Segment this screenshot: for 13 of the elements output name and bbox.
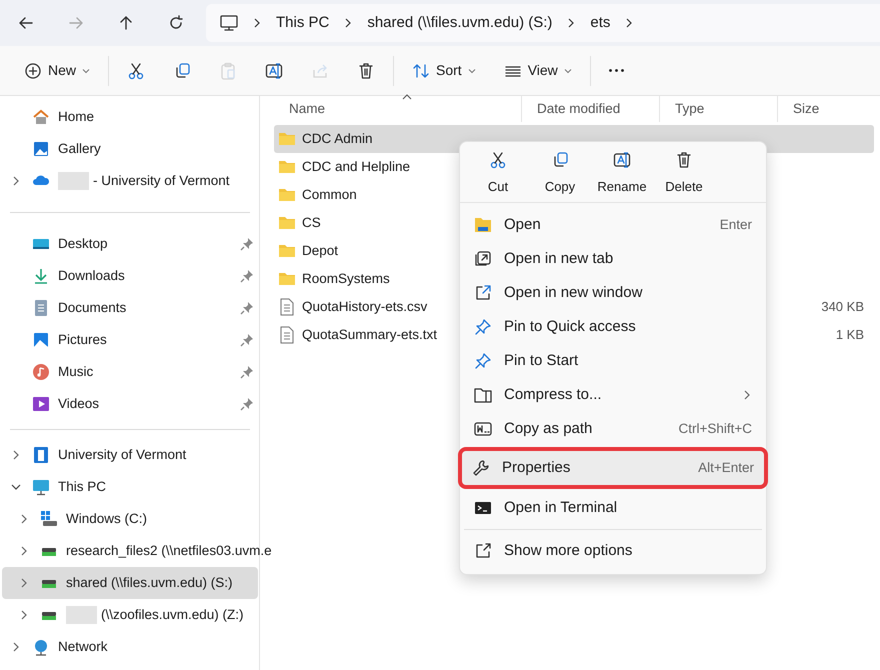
file-name: CS (302, 214, 321, 232)
shortcut-label: Alt+Enter (698, 458, 754, 477)
file-name: Common (302, 186, 357, 204)
file-size: 1 KB (836, 326, 864, 344)
file-size: 340 KB (821, 298, 864, 316)
file-name: QuotaHistory-ets.csv (302, 298, 428, 316)
shortcut-label: Ctrl+Shift+C (678, 420, 752, 438)
file-name: QuotaSummary-ets.txt (302, 326, 438, 344)
file-name: CDC and Helpline (302, 158, 410, 176)
file-name: CDC Admin (302, 130, 373, 148)
file-name: RoomSystems (302, 270, 390, 288)
shortcut-label: Enter (720, 216, 752, 234)
file-name: Depot (302, 242, 338, 260)
